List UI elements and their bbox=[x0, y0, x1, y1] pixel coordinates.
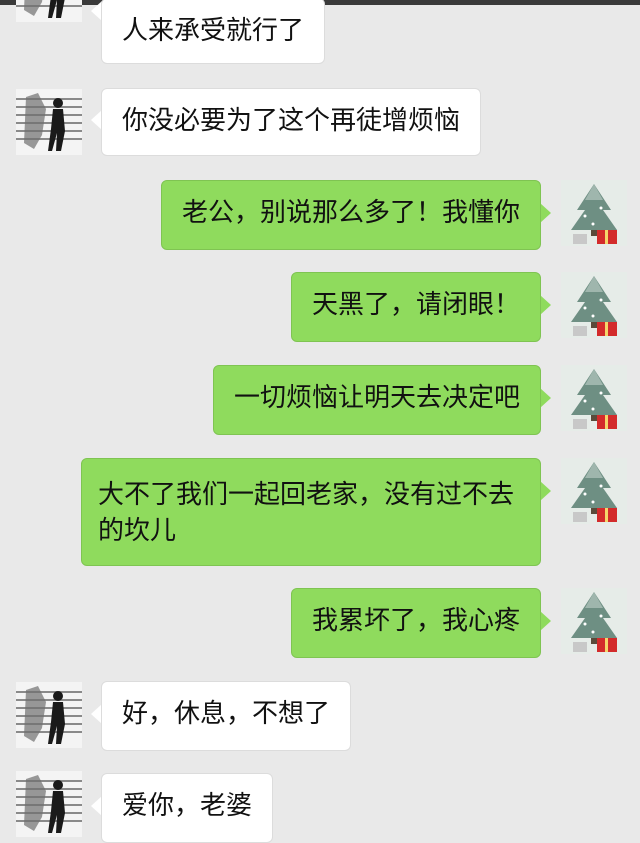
christmas-tree-avatar-icon[interactable] bbox=[561, 180, 627, 246]
christmas-tree-avatar-icon[interactable] bbox=[561, 458, 627, 524]
message-text: 一切烦恼让明天去决定吧 bbox=[233, 383, 520, 413]
walking-man-avatar-icon[interactable] bbox=[16, 89, 82, 155]
christmas-tree-avatar-icon[interactable] bbox=[561, 272, 627, 338]
message-text: 好，休息，不想了 bbox=[122, 699, 331, 729]
message-bubble[interactable]: 好，休息，不想了 bbox=[101, 681, 352, 751]
message-bubble[interactable]: 我累坏了，我心疼 bbox=[290, 588, 541, 658]
message-text: 大不了我们一起回老家，没有过不去的坎儿 bbox=[98, 480, 515, 546]
message-bubble[interactable]: 天黑了，请闭眼！ bbox=[290, 272, 541, 342]
message-text: 你没必要为了这个再徒增烦恼 bbox=[122, 106, 461, 136]
message-bubble[interactable]: 一切烦恼让明天去决定吧 bbox=[212, 365, 541, 435]
walking-man-avatar-icon[interactable] bbox=[16, 0, 82, 22]
message-text: 天黑了，请闭眼！ bbox=[311, 290, 520, 320]
message-bubble[interactable]: 爱你，老婆 bbox=[101, 773, 274, 843]
message-bubble[interactable]: 大不了我们一起回老家，没有过不去的坎儿 bbox=[81, 458, 541, 566]
walking-man-avatar-icon[interactable] bbox=[16, 771, 82, 837]
message-text: 老公，别说那么多了！我懂你 bbox=[181, 198, 520, 228]
message-bubble[interactable]: 你没必要为了这个再徒增烦恼 bbox=[101, 88, 482, 156]
message-text: 我累坏了，我心疼 bbox=[311, 606, 520, 636]
christmas-tree-avatar-icon[interactable] bbox=[561, 588, 627, 654]
message-text: 人来承受就行了 bbox=[122, 16, 305, 46]
message-bubble[interactable]: 老公，别说那么多了！我懂你 bbox=[160, 180, 541, 250]
christmas-tree-avatar-icon[interactable] bbox=[561, 365, 627, 431]
message-bubble[interactable]: 人来承受就行了 bbox=[101, 0, 326, 64]
walking-man-avatar-icon[interactable] bbox=[16, 682, 82, 748]
message-text: 爱你，老婆 bbox=[122, 791, 253, 821]
